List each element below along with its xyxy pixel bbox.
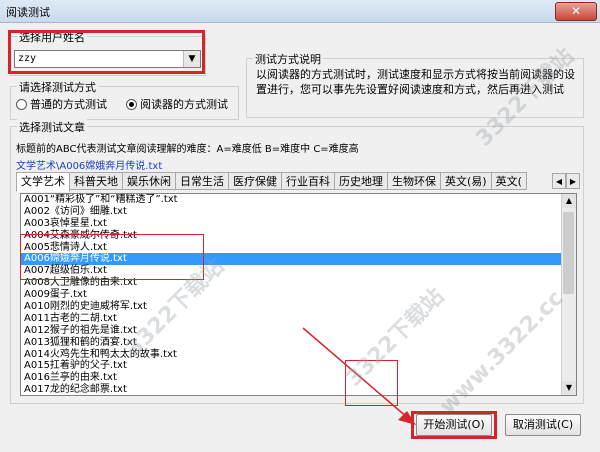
description-text: 以阅读器的方式测试时，测试速度和显示方式将按当前阅读器的设置进行，您可以事先先设… bbox=[256, 68, 575, 96]
highlight-box-user bbox=[8, 30, 205, 74]
article-list[interactable]: A001“精彩极了”和“糟糕透了”.txt A002《访问》细雕.txt A00… bbox=[20, 193, 577, 396]
list-item[interactable]: A012猴子的祖先是谁.txt bbox=[21, 325, 576, 337]
tab-health[interactable]: 医疗保健 bbox=[228, 172, 282, 190]
list-item[interactable]: A009蛋子.txt bbox=[21, 289, 576, 301]
list-item[interactable]: A001“精彩极了”和“糟糕透了”.txt bbox=[21, 194, 576, 206]
radio-normal-mode[interactable]: 普通的方式测试 bbox=[16, 96, 107, 112]
tab-science[interactable]: 科普天地 bbox=[69, 172, 123, 190]
tab-industry[interactable]: 行业百科 bbox=[281, 172, 335, 190]
scroll-up-icon[interactable]: ▲ bbox=[562, 194, 576, 208]
highlight-box-list bbox=[20, 234, 204, 280]
tab-daily-life[interactable]: 日常生活 bbox=[175, 172, 229, 190]
mode-group-label: 请选择测试方式 bbox=[17, 79, 98, 95]
window-title: 阅读测试 bbox=[6, 6, 50, 19]
list-item[interactable]: A011古老的二胡.txt bbox=[21, 313, 576, 325]
highlight-box-empty bbox=[345, 360, 398, 406]
list-scrollbar[interactable]: ▲ ▼ bbox=[561, 194, 576, 395]
title-bar: 阅读测试 ✕ bbox=[0, 0, 600, 23]
list-item[interactable]: A013狐狸和鹤的酒宴.txt bbox=[21, 337, 576, 349]
close-button[interactable]: ✕ bbox=[555, 2, 597, 21]
current-article-path: 文学艺术\A006嫦娥奔月传说.txt bbox=[16, 161, 163, 172]
radio-dot-normal[interactable] bbox=[16, 98, 27, 110]
list-item[interactable]: A017龙的纪念邮票.txt bbox=[21, 384, 576, 395]
category-tabs: 文学艺术 科普天地 娱乐休闲 日常生活 医疗保健 行业百科 历史地理 生物环保 英文(易) 英文( bbox=[16, 172, 579, 192]
cancel-test-button[interactable]: 取消测试(C) bbox=[505, 414, 581, 436]
tab-left-icon[interactable]: ◀ bbox=[552, 173, 566, 189]
description-group-label: 测试方式说明 bbox=[253, 51, 323, 67]
tab-entertainment[interactable]: 娱乐休闲 bbox=[122, 172, 176, 190]
list-item[interactable]: A016兰亭的由来.txt bbox=[21, 372, 576, 384]
list-item[interactable]: A002《访问》细雕.txt bbox=[21, 206, 576, 218]
scroll-down-icon[interactable]: ▼ bbox=[562, 381, 576, 395]
tab-literature[interactable]: 文学艺术 bbox=[16, 172, 70, 192]
list-item[interactable]: A015扛着驴的父子.txt bbox=[21, 360, 576, 372]
radio-normal-label: 普通的方式测试 bbox=[30, 98, 107, 111]
articles-group-label: 选择测试文章 bbox=[17, 119, 87, 135]
list-item[interactable]: A010刚烈的史迪威将军.txt bbox=[21, 301, 576, 313]
tab-history-geography[interactable]: 历史地理 bbox=[334, 172, 388, 190]
list-item[interactable]: A014火鸡先生和鸭太太的故事.txt bbox=[21, 349, 576, 361]
tab-biology-environment[interactable]: 生物环保 bbox=[387, 172, 441, 190]
radio-reader-label: 阅读器的方式测试 bbox=[140, 98, 228, 111]
difficulty-hint: 标题前的ABC代表测试文章阅读理解的难度：A=难度低 B=难度中 C=难度高 bbox=[16, 144, 359, 155]
tab-english-easy[interactable]: 英文(易) bbox=[440, 172, 492, 190]
highlight-box-start bbox=[411, 411, 497, 439]
tab-scroll-arrows: ◀ ▶ bbox=[552, 173, 580, 189]
scrollbar-thumb[interactable] bbox=[563, 212, 574, 294]
tab-right-icon[interactable]: ▶ bbox=[566, 173, 580, 189]
radio-reader-mode[interactable]: 阅读器的方式测试 bbox=[126, 96, 228, 112]
tab-english-more[interactable]: 英文( bbox=[490, 172, 527, 190]
list-item[interactable]: A003哀悼星星.txt bbox=[21, 218, 576, 230]
radio-dot-reader[interactable] bbox=[126, 98, 137, 110]
